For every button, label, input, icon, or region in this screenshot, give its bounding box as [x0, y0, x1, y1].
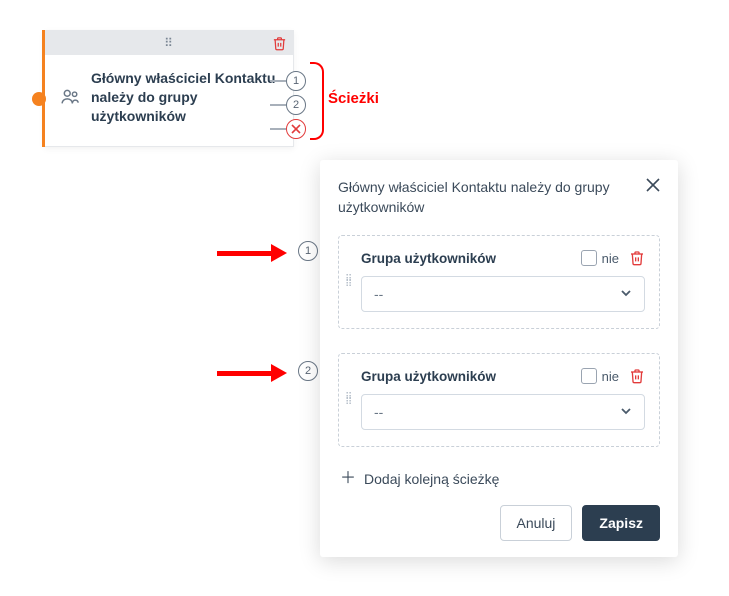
save-label: Zapisz	[599, 515, 643, 531]
user-group-select[interactable]: --	[361, 394, 645, 430]
close-icon	[646, 178, 660, 192]
delete-path-button[interactable]	[629, 250, 645, 266]
row-actions: nie	[581, 368, 645, 384]
path-number-badge: 2	[298, 361, 318, 381]
node-title: Główny właściciel Kontaktu należy do gru…	[91, 69, 279, 126]
annotation-arrow	[217, 244, 287, 262]
trash-icon	[272, 36, 287, 51]
path-number-badge: 1	[286, 71, 306, 91]
add-path-label: Dodaj kolejną ścieżkę	[364, 471, 499, 487]
node-header: ⠿	[45, 31, 293, 55]
annotation-arrow	[217, 364, 287, 382]
select-value: --	[374, 404, 383, 420]
delete-node-button[interactable]	[272, 36, 287, 51]
trash-icon	[629, 250, 645, 266]
row-field-label: Grupa użytkowników	[361, 251, 496, 266]
plus-icon: ＋	[340, 471, 356, 487]
fail-path-badge	[286, 119, 306, 139]
condition-node: ⠿ Główny właściciel Kontaktu należy do g…	[44, 30, 294, 147]
node-input-port[interactable]	[32, 92, 46, 106]
row-top: Grupa użytkowników nie	[361, 368, 645, 384]
user-group-select[interactable]: --	[361, 276, 645, 312]
edit-paths-panel: Główny właściciel Kontaktu należy do gru…	[320, 160, 678, 557]
delete-path-button[interactable]	[629, 368, 645, 384]
row-actions: nie	[581, 250, 645, 266]
negate-label: nie	[602, 251, 619, 266]
path-number-badge: 1	[298, 241, 318, 261]
negate-checkbox[interactable]	[581, 250, 597, 266]
chevron-down-icon	[620, 286, 632, 302]
users-icon	[59, 86, 81, 108]
connector-line	[270, 104, 286, 106]
cancel-label: Anuluj	[517, 515, 556, 531]
annotation-label: Ścieżki	[328, 90, 379, 107]
connector-line	[270, 80, 286, 82]
path-config-row: ⠿⠿ Grupa użytkowników nie --	[338, 235, 660, 329]
negate-label: nie	[602, 369, 619, 384]
close-panel-button[interactable]	[646, 178, 660, 194]
negate-checkbox[interactable]	[581, 368, 597, 384]
chevron-down-icon	[620, 404, 632, 420]
panel-footer: Anuluj Zapisz	[338, 505, 660, 541]
save-button[interactable]: Zapisz	[582, 505, 660, 541]
row-top: Grupa użytkowników nie	[361, 250, 645, 266]
add-path-button[interactable]: ＋ Dodaj kolejną ścieżkę	[340, 471, 660, 487]
negate-checkbox-wrap[interactable]: nie	[581, 368, 619, 384]
row-drag-handle[interactable]: ⠿⠿	[345, 277, 353, 287]
path-number-badge: 2	[286, 95, 306, 115]
connector-line	[270, 128, 286, 130]
row-drag-handle[interactable]: ⠿⠿	[345, 395, 353, 405]
x-icon	[291, 124, 301, 134]
path-config-row: ⠿⠿ Grupa użytkowników nie --	[338, 353, 660, 447]
select-value: --	[374, 286, 383, 302]
negate-checkbox-wrap[interactable]: nie	[581, 250, 619, 266]
drag-handle-icon[interactable]: ⠿	[164, 36, 174, 50]
cancel-button[interactable]: Anuluj	[500, 505, 573, 541]
row-field-label: Grupa użytkowników	[361, 369, 496, 384]
annotation-bracket	[310, 62, 324, 140]
panel-header: Główny właściciel Kontaktu należy do gru…	[338, 178, 660, 217]
trash-icon	[629, 368, 645, 384]
node-body: Główny właściciel Kontaktu należy do gru…	[45, 55, 293, 146]
panel-title: Główny właściciel Kontaktu należy do gru…	[338, 178, 636, 217]
